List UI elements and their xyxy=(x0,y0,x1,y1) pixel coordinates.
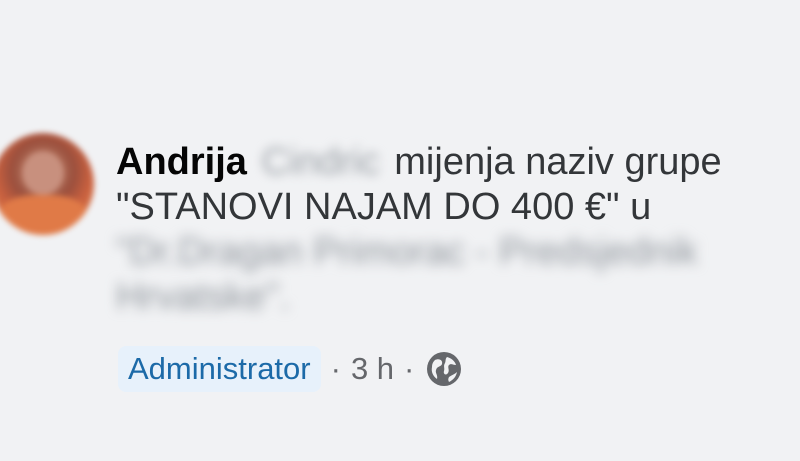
role-badge: Administrator xyxy=(118,346,321,392)
globe-icon[interactable] xyxy=(426,351,462,387)
post-meta: Administrator · 3 h · xyxy=(118,346,462,392)
group-activity-post: Andrija Cindric mijenja naziv grupe "STA… xyxy=(0,0,800,461)
connector-text: u xyxy=(630,186,652,228)
separator-dot: · xyxy=(404,351,415,386)
post-text: Andrija Cindric mijenja naziv grupe "STA… xyxy=(116,140,786,320)
author-first-name[interactable]: Andrija xyxy=(116,141,247,183)
avatar-shirt xyxy=(0,195,86,235)
post-line-2: "STANOVI NAJAM DO 400 €" u xyxy=(116,185,786,230)
post-line-1: Andrija Cindric mijenja naziv grupe xyxy=(116,140,786,185)
avatar-face xyxy=(22,151,64,195)
globe-icon-svg xyxy=(427,352,462,386)
separator-dot: · xyxy=(330,351,341,386)
author-last-name-redacted[interactable]: Cindric xyxy=(261,140,379,185)
new-group-name-line-1-redacted: "Dr.Dragan Primorac - Predsjednik xyxy=(116,231,698,273)
action-text: mijenja naziv grupe xyxy=(394,141,722,183)
post-time[interactable]: 3 h xyxy=(351,351,394,387)
avatar[interactable] xyxy=(0,133,94,235)
new-group-name-line-2-redacted: Hrvatske". xyxy=(116,276,290,318)
old-group-name: "STANOVI NAJAM DO 400 €" xyxy=(116,186,620,228)
